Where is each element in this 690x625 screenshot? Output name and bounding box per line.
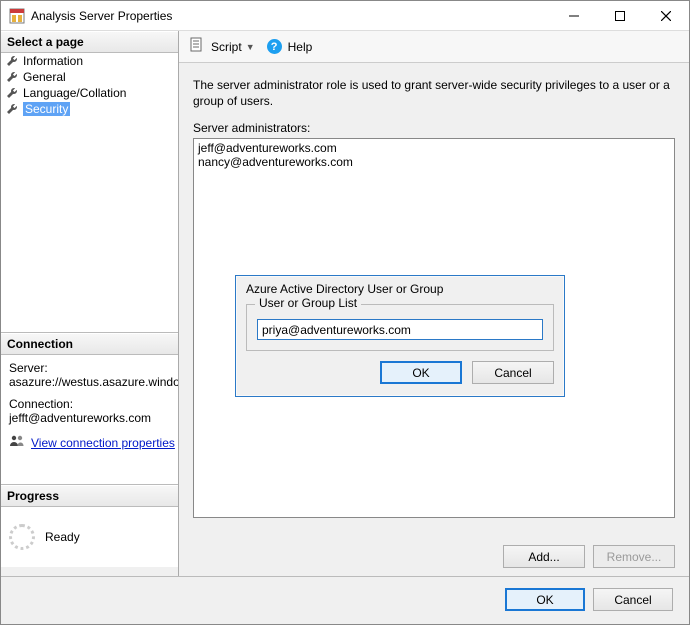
view-connection-properties-link[interactable]: View connection properties bbox=[9, 433, 170, 452]
list-item[interactable]: jeff@adventureworks.com bbox=[198, 141, 670, 155]
aad-user-group-dialog: Azure Active Directory User or Group Use… bbox=[235, 275, 565, 397]
page-item-label: Language/Collation bbox=[23, 86, 126, 100]
remove-button: Remove... bbox=[593, 545, 675, 568]
security-description: The server administrator role is used to… bbox=[193, 77, 675, 109]
minimize-button[interactable] bbox=[551, 1, 597, 30]
app-icon bbox=[9, 8, 25, 24]
progress-status: Ready bbox=[45, 530, 80, 544]
page-item-security[interactable]: Security bbox=[1, 101, 178, 117]
progress-header: Progress bbox=[1, 485, 178, 507]
page-item-general[interactable]: General bbox=[1, 69, 178, 85]
people-icon bbox=[9, 433, 25, 452]
user-group-fieldset: User or Group List bbox=[246, 304, 554, 351]
connection-label: Connection: bbox=[9, 397, 170, 411]
list-item[interactable]: nancy@adventureworks.com bbox=[198, 155, 670, 169]
spinner-icon bbox=[9, 524, 35, 550]
admin-list-label: Server administrators: bbox=[193, 121, 675, 135]
script-icon bbox=[189, 37, 205, 56]
page-item-label: Security bbox=[23, 102, 70, 116]
aad-cancel-button[interactable]: Cancel bbox=[472, 361, 554, 384]
connection-panel: Server: asazure://westus.asazure.windows… bbox=[1, 355, 178, 485]
wrench-icon bbox=[5, 54, 19, 68]
left-panel: Select a page Information General Langua… bbox=[1, 31, 179, 576]
user-group-input[interactable] bbox=[257, 319, 543, 340]
page-list: Information General Language/Collation S… bbox=[1, 53, 178, 333]
wrench-icon bbox=[5, 102, 19, 116]
help-button[interactable]: Help bbox=[288, 40, 313, 54]
page-item-label: General bbox=[23, 70, 66, 84]
toolbar: Script ▼ ? Help bbox=[179, 31, 689, 63]
titlebar: Analysis Server Properties bbox=[1, 1, 689, 31]
help-icon: ? bbox=[267, 39, 282, 54]
wrench-icon bbox=[5, 70, 19, 84]
select-page-header: Select a page bbox=[1, 31, 178, 53]
window-title: Analysis Server Properties bbox=[31, 9, 551, 23]
window-buttons bbox=[551, 1, 689, 30]
close-button[interactable] bbox=[643, 1, 689, 30]
user-group-legend: User or Group List bbox=[255, 296, 361, 310]
ok-button[interactable]: OK bbox=[505, 588, 585, 611]
server-label: Server: bbox=[9, 361, 170, 375]
script-button[interactable]: Script bbox=[211, 40, 242, 54]
connection-value: jefft@adventureworks.com bbox=[9, 411, 170, 425]
page-item-label: Information bbox=[23, 54, 83, 68]
connection-header: Connection bbox=[1, 333, 178, 355]
aad-ok-button[interactable]: OK bbox=[380, 361, 462, 384]
maximize-button[interactable] bbox=[597, 1, 643, 30]
add-button[interactable]: Add... bbox=[503, 545, 585, 568]
script-dropdown-icon[interactable]: ▼ bbox=[246, 42, 255, 52]
wrench-icon bbox=[5, 86, 19, 100]
dialog-footer: OK Cancel bbox=[1, 576, 689, 622]
server-value: asazure://westus.asazure.windows bbox=[9, 375, 170, 389]
page-item-language-collation[interactable]: Language/Collation bbox=[1, 85, 178, 101]
cancel-button[interactable]: Cancel bbox=[593, 588, 673, 611]
page-item-information[interactable]: Information bbox=[1, 53, 178, 69]
view-connection-properties-text: View connection properties bbox=[31, 436, 175, 450]
progress-panel: Ready bbox=[1, 507, 178, 567]
